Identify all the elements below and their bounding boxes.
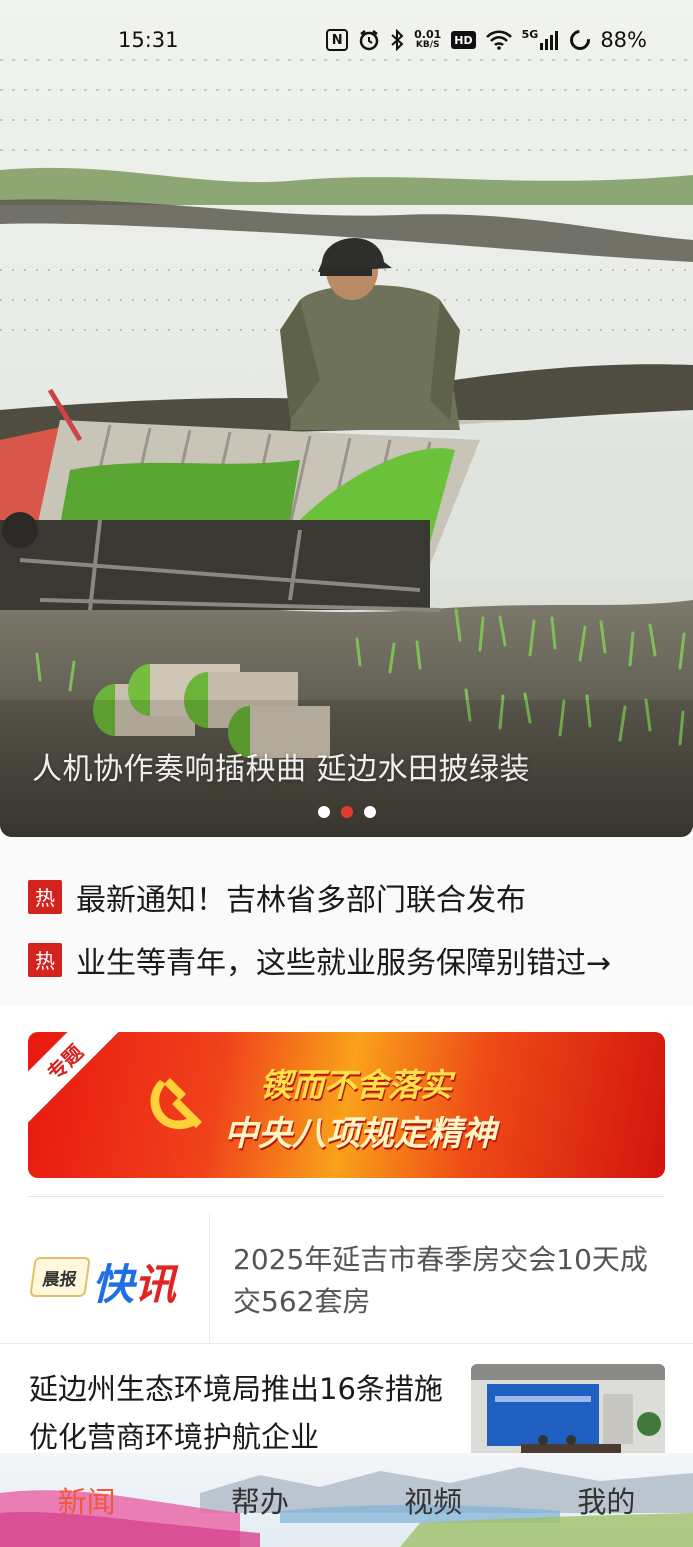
hot-badge: 热 bbox=[28, 942, 62, 977]
battery-icon bbox=[566, 25, 595, 55]
flash-news-headline: 2025年延吉市春季房交会10天成交562套房 bbox=[233, 1243, 648, 1318]
special-topic-section: 专题 锲而不舍落实 中央八项规定精神 bbox=[0, 1015, 693, 1198]
flash-news-wordmark: 快讯 bbox=[92, 1251, 176, 1312]
hot-news-title: 业生等青年，这些就业服务保障别错过→ bbox=[76, 945, 612, 981]
bluetooth-icon bbox=[390, 28, 404, 52]
hot-badge: 热 bbox=[28, 879, 62, 914]
hot-news-title: 最新通知！吉林省多部门联合发布 bbox=[76, 882, 526, 918]
network-speed-unit: KB/S bbox=[415, 40, 440, 50]
network-speed: 0.01 KB/S bbox=[414, 28, 441, 52]
carousel-dot[interactable] bbox=[363, 806, 376, 818]
nfc-icon: N bbox=[326, 29, 349, 51]
special-topic-tag-label: 专题 bbox=[42, 1039, 88, 1085]
hero-image bbox=[0, 0, 693, 837]
morning-news-logo: 晨报 bbox=[29, 1257, 91, 1297]
alarm-icon bbox=[358, 28, 380, 52]
status-bar: 15:31 N 0.01 KB/S HD 5G 88% bbox=[0, 0, 693, 80]
hero-caption[interactable]: 人机协作奏响插秧曲 延边水田披绿装 bbox=[32, 744, 530, 788]
bottom-tab-bar: 新闻 帮办 视频 我的 bbox=[0, 1453, 693, 1547]
special-topic-tag: 专题 bbox=[28, 1032, 120, 1123]
hd-icon: HD bbox=[451, 31, 476, 49]
tab-assist[interactable]: 帮办 bbox=[173, 1453, 346, 1547]
flash-news-wordmark-2: 讯 bbox=[134, 1260, 177, 1309]
carousel-dot-active[interactable] bbox=[340, 806, 353, 818]
flash-news-card[interactable]: 晨报 快讯 2025年延吉市春季房交会10天成交562套房 bbox=[0, 1213, 693, 1344]
news-list-item[interactable]: 延边州生态环境局推出16条措施 优化营商环境护航企业 bbox=[0, 1345, 693, 1465]
party-emblem-icon bbox=[150, 1078, 202, 1130]
special-topic-line1: 锲而不舍落实 bbox=[260, 1066, 453, 1104]
hot-news-item[interactable]: 热 业生等青年，这些就业服务保障别错过→ bbox=[28, 928, 665, 991]
hero-carousel[interactable]: 15:31 N 0.01 KB/S HD 5G 88% 人机协作奏响插秧曲 延边… bbox=[0, 0, 693, 837]
tab-news[interactable]: 新闻 bbox=[0, 1453, 173, 1547]
status-time: 15:31 bbox=[118, 28, 179, 52]
carousel-indicator bbox=[0, 806, 693, 818]
battery-level: 88% bbox=[600, 28, 647, 52]
tab-video[interactable]: 视频 bbox=[347, 1453, 520, 1547]
wifi-icon bbox=[485, 28, 512, 52]
tab-mine[interactable]: 我的 bbox=[520, 1453, 693, 1547]
network-speed-value: 0.01 bbox=[414, 28, 442, 41]
flash-news-logo: 晨报 快讯 bbox=[0, 1213, 210, 1344]
news-title: 延边州生态环境局推出16条措施 优化营商环境护航企业 bbox=[29, 1372, 443, 1454]
carousel-dot[interactable] bbox=[317, 806, 330, 818]
hot-news-list: 热 最新通知！吉林省多部门联合发布 热 业生等青年，这些就业服务保障别错过→ bbox=[0, 837, 693, 1005]
flash-news-wordmark-1: 快 bbox=[92, 1260, 135, 1309]
divider bbox=[28, 1196, 665, 1197]
hot-news-item[interactable]: 热 最新通知！吉林省多部门联合发布 bbox=[28, 865, 665, 928]
news-thumbnail bbox=[471, 1364, 665, 1464]
signal-label: 5G bbox=[521, 28, 539, 41]
signal-icon: 5G bbox=[522, 28, 561, 52]
special-topic-banner[interactable]: 专题 锲而不舍落实 中央八项规定精神 bbox=[28, 1032, 665, 1178]
special-topic-line2: 中央八项规定精神 bbox=[224, 1114, 496, 1154]
